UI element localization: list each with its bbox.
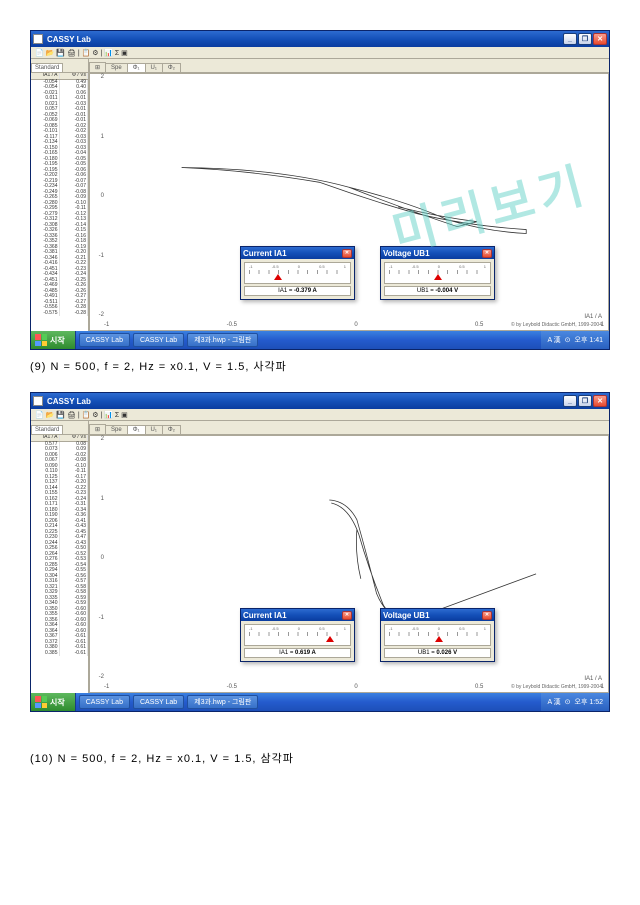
- caption-1: (9) N = 500, f = 2, Hz = x0.1, V = 1.5, …: [30, 352, 610, 392]
- meter-close-icon[interactable]: ✕: [342, 249, 352, 258]
- needle-icon: [435, 636, 443, 642]
- tab-standard[interactable]: Standard: [31, 425, 63, 434]
- caption-2: (10) N = 500, f = 2, Hz = x0.1, V = 1.5,…: [30, 744, 610, 784]
- start-button[interactable]: 시작: [31, 693, 76, 711]
- reading: UB1 = 0.026 V: [384, 648, 491, 658]
- x-axis-label: IA1 / A: [584, 314, 602, 320]
- reading: UB1 = -0.004 V: [384, 286, 491, 296]
- windows-flag-icon: [35, 334, 47, 346]
- meter-close-icon[interactable]: ✕: [482, 611, 492, 620]
- data-table[interactable]: IA1 / AΦ / Vs 0.5770.080.0730.090.006-0.…: [31, 435, 88, 693]
- menubar[interactable]: 📄 📂 💾 🖨 | 📋 ⚙ | 📊 Σ ▣: [31, 47, 609, 59]
- meter-current-2[interactable]: Current IA1✕ -1-0.500.51 IA1 = 0.619 A: [240, 608, 355, 662]
- app-icon: [33, 396, 43, 406]
- start-button[interactable]: 시작: [31, 331, 76, 349]
- app-window-1: CASSY Lab _ ❐ ✕ 📄 📂 💾 🖨 | 📋 ⚙ | 📊 Σ ▣ St…: [30, 30, 610, 350]
- app-icon: [33, 34, 43, 44]
- gauge: -1-0.500.51: [244, 262, 351, 284]
- toolbar-group[interactable]: 📄 📂 💾 🖨 | 📋 ⚙ | 📊 Σ ▣: [35, 49, 128, 57]
- needle-icon: [434, 274, 442, 280]
- taskbar[interactable]: 시작 CASSY Lab CASSY Lab 제3과.hwp - 그림판 A 漢…: [31, 331, 609, 349]
- tab-standard[interactable]: Standard: [31, 63, 63, 72]
- windows-flag-icon: [35, 696, 47, 708]
- meter-close-icon[interactable]: ✕: [342, 611, 352, 620]
- gauge: -1-0.500.51: [244, 624, 351, 646]
- plot-area[interactable]: 210-1-2 -1-0.500.51 Current IA1✕ -1-0.50…: [89, 73, 609, 331]
- menubar[interactable]: 📄 📂 💾 🖨 | 📋 ⚙ | 📊 Σ ▣: [31, 409, 609, 421]
- credit: © by Leybold Didactic GmbH, 1999-2004: [511, 322, 602, 328]
- taskbar-item[interactable]: 제3과.hwp - 그림판: [187, 333, 258, 347]
- gauge: -1-0.500.51: [384, 624, 491, 646]
- titlebar[interactable]: CASSY Lab _ ❐ ✕: [31, 393, 609, 409]
- data-table[interactable]: IA1 / AΦ / Vs -0.0540.49-0.0540.40-0.021…: [31, 73, 88, 331]
- gauge: -1-0.500.51: [384, 262, 491, 284]
- plot-tabs[interactable]: ⊞ Spe Φ₁ U₁ Φ₂: [89, 421, 609, 435]
- reading: IA1 = 0.619 A: [244, 648, 351, 658]
- toolbar-group[interactable]: 📄 📂 💾 🖨 | 📋 ⚙ | 📊 Σ ▣: [35, 411, 128, 419]
- meter-voltage-2[interactable]: Voltage UB1✕ -1-0.500.51 UB1 = 0.026 V: [380, 608, 495, 662]
- taskbar-item[interactable]: 제3과.hwp - 그림판: [187, 695, 258, 709]
- taskbar-item[interactable]: CASSY Lab: [79, 333, 130, 347]
- window-title: CASSY Lab: [47, 35, 563, 44]
- system-tray[interactable]: A 漢⊙오후 1:41: [541, 331, 609, 349]
- needle-icon: [274, 274, 282, 280]
- minimize-button[interactable]: _: [563, 395, 577, 407]
- meter-voltage-1[interactable]: Voltage UB1✕ -1-0.500.51 UB1 = -0.004 V: [380, 246, 495, 300]
- plot-area[interactable]: 210-1-2 -1-0.500.51 Current IA1✕ -1-0.50…: [89, 435, 609, 693]
- taskbar-item[interactable]: CASSY Lab: [133, 695, 184, 709]
- app-window-2: CASSY Lab _ ❐ ✕ 📄 📂 💾 🖨 | 📋 ⚙ | 📊 Σ ▣ St…: [30, 392, 610, 712]
- left-panel: Standard IA1 / AΦ / Vs -0.0540.49-0.0540…: [31, 59, 89, 331]
- credit: © by Leybold Didactic GmbH, 1999-2004: [511, 684, 602, 690]
- left-panel: Standard IA1 / AΦ / Vs 0.5770.080.0730.0…: [31, 421, 89, 693]
- maximize-button[interactable]: ❐: [578, 395, 592, 407]
- taskbar-item[interactable]: CASSY Lab: [79, 695, 130, 709]
- meter-current-1[interactable]: Current IA1✕ -1-0.500.51 IA1 = -0.379 A: [240, 246, 355, 300]
- x-axis-label: IA1 / A: [584, 676, 602, 682]
- taskbar-item[interactable]: CASSY Lab: [133, 333, 184, 347]
- right-panel: ⊞ Spe Φ₁ U₁ Φ₂ 210-1-2 -1-0.500.51: [89, 421, 609, 693]
- taskbar[interactable]: 시작 CASSY Lab CASSY Lab 제3과.hwp - 그림판 A 漢…: [31, 693, 609, 711]
- plot-tabs[interactable]: ⊞ Spe Φ₁ U₁ Φ₂: [89, 59, 609, 73]
- window-title: CASSY Lab: [47, 397, 563, 406]
- meter-close-icon[interactable]: ✕: [482, 249, 492, 258]
- needle-icon: [326, 636, 334, 642]
- maximize-button[interactable]: ❐: [578, 33, 592, 45]
- reading: IA1 = -0.379 A: [244, 286, 351, 296]
- system-tray[interactable]: A 漢⊙오후 1:52: [541, 693, 609, 711]
- right-panel: ⊞ Spe Φ₁ U₁ Φ₂ 210-1-2 -1-0.500.51: [89, 59, 609, 331]
- close-button[interactable]: ✕: [593, 395, 607, 407]
- minimize-button[interactable]: _: [563, 33, 577, 45]
- titlebar[interactable]: CASSY Lab _ ❐ ✕: [31, 31, 609, 47]
- close-button[interactable]: ✕: [593, 33, 607, 45]
